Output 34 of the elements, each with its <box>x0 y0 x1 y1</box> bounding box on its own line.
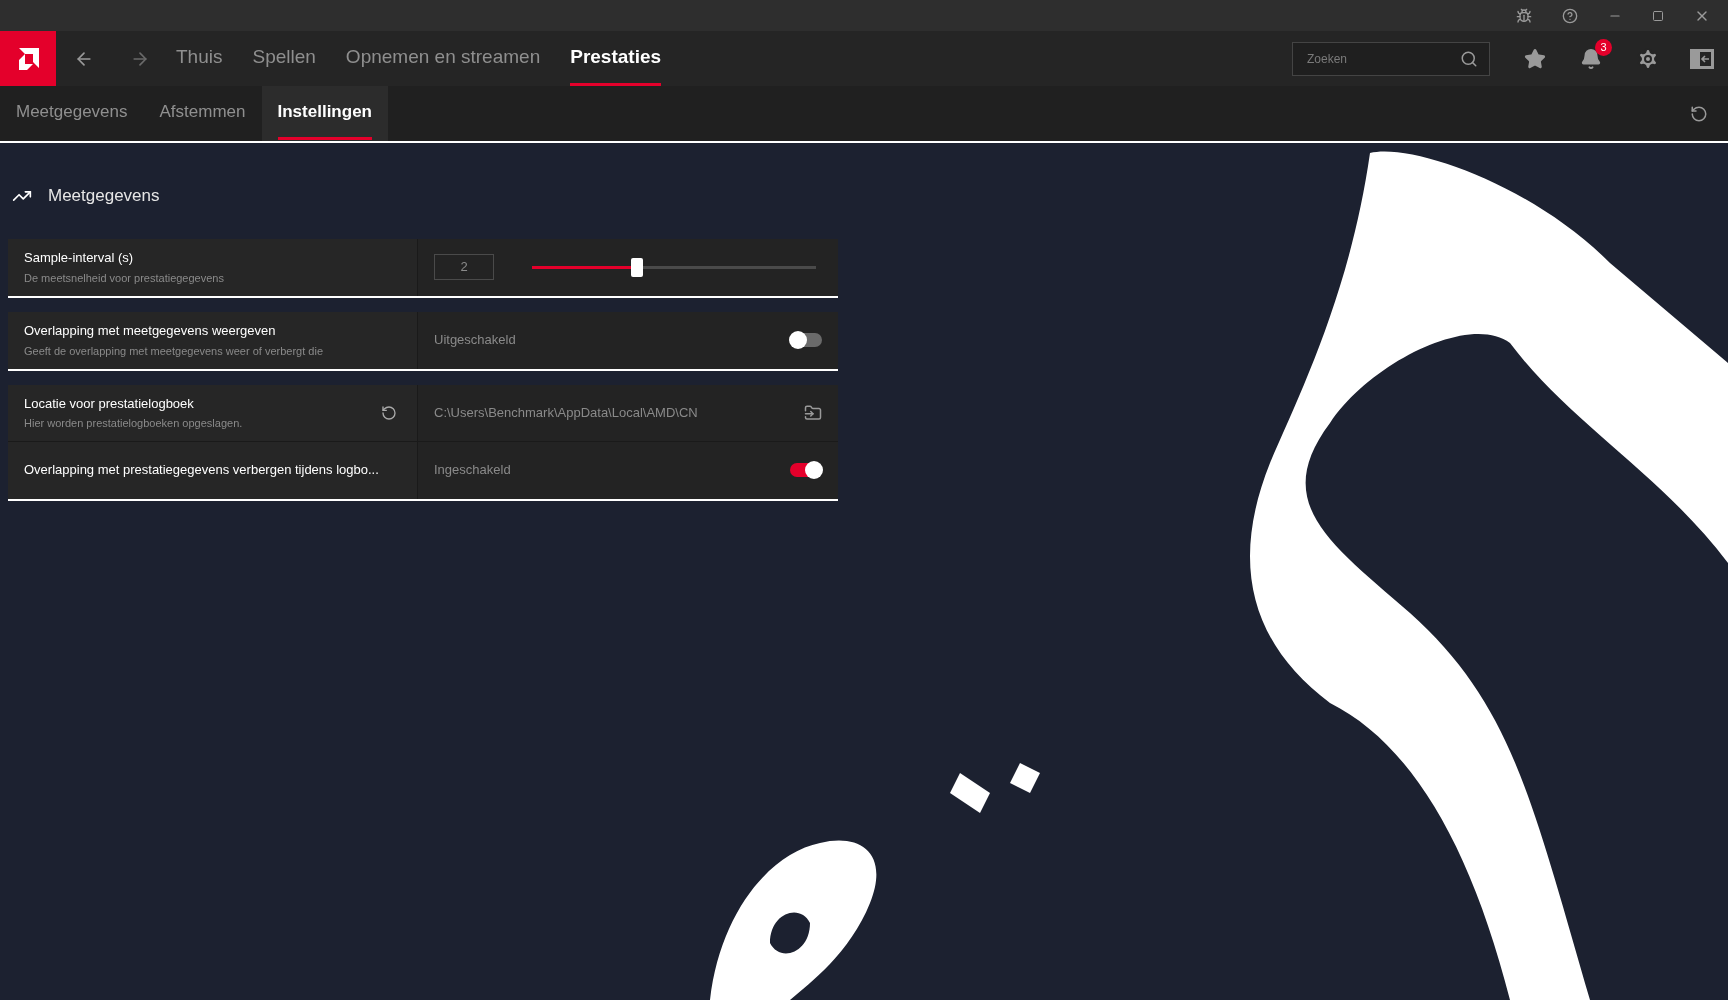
folder-path: C:\Users\Benchmark\AppData\Local\AMD\CN <box>434 403 698 422</box>
setting-title: Overlapping met prestatiegegevens verbergen tijdens logbo... <box>24 461 380 480</box>
sub-tab[interactable]: Meetgegevens <box>0 86 144 141</box>
maximize-icon[interactable] <box>1652 9 1664 22</box>
nav-tab[interactable]: Spellen <box>252 31 316 86</box>
section-title: Meetgegevens <box>48 185 160 207</box>
logo-icon[interactable] <box>0 31 56 86</box>
number-field[interactable]: 2 <box>434 254 494 280</box>
search-icon[interactable] <box>1460 49 1478 68</box>
sub-tab[interactable]: Instellingen <box>261 86 388 141</box>
setting-title: Locatie voor prestatielogboek <box>24 394 195 413</box>
toggle-switch[interactable] <box>790 463 822 477</box>
star-icon[interactable] <box>1524 47 1546 70</box>
setting-description: Geeft de overlapping met meetgegevens weer of verbergt die <box>24 343 324 359</box>
setting-title: Sample-interval (s) <box>24 249 135 267</box>
nav-tab[interactable]: Opnemen en streamen <box>345 31 541 86</box>
sidebar-panel-icon[interactable] <box>1690 48 1714 69</box>
search-field[interactable]: Zoeken <box>1292 41 1490 76</box>
toggle-state-label: Ingeschakeld <box>434 461 511 480</box>
bug-report-icon[interactable] <box>1516 7 1532 24</box>
browse-folder-icon[interactable] <box>804 403 822 422</box>
sub-tab[interactable]: Afstemmen <box>143 86 262 141</box>
setting-description: Hier worden prestatielogboeken opgeslagen. <box>24 416 244 431</box>
nav-tab[interactable]: Thuis <box>176 31 223 86</box>
bell-icon[interactable] <box>1580 47 1602 70</box>
setting-title: Overlapping met meetgegevens weergeven <box>24 322 277 340</box>
toggle-state-label: Uitgeschakeld <box>434 331 516 350</box>
reset-icon[interactable] <box>381 404 397 421</box>
setting-description: De meetsnelheid voor prestatiegegevens <box>24 270 225 286</box>
reset-icon[interactable] <box>1690 104 1708 123</box>
help-icon[interactable] <box>1562 7 1578 24</box>
slider-thumb[interactable] <box>631 257 644 277</box>
notification-badge: 3 <box>1595 38 1612 56</box>
toggle-switch[interactable] <box>790 333 822 347</box>
